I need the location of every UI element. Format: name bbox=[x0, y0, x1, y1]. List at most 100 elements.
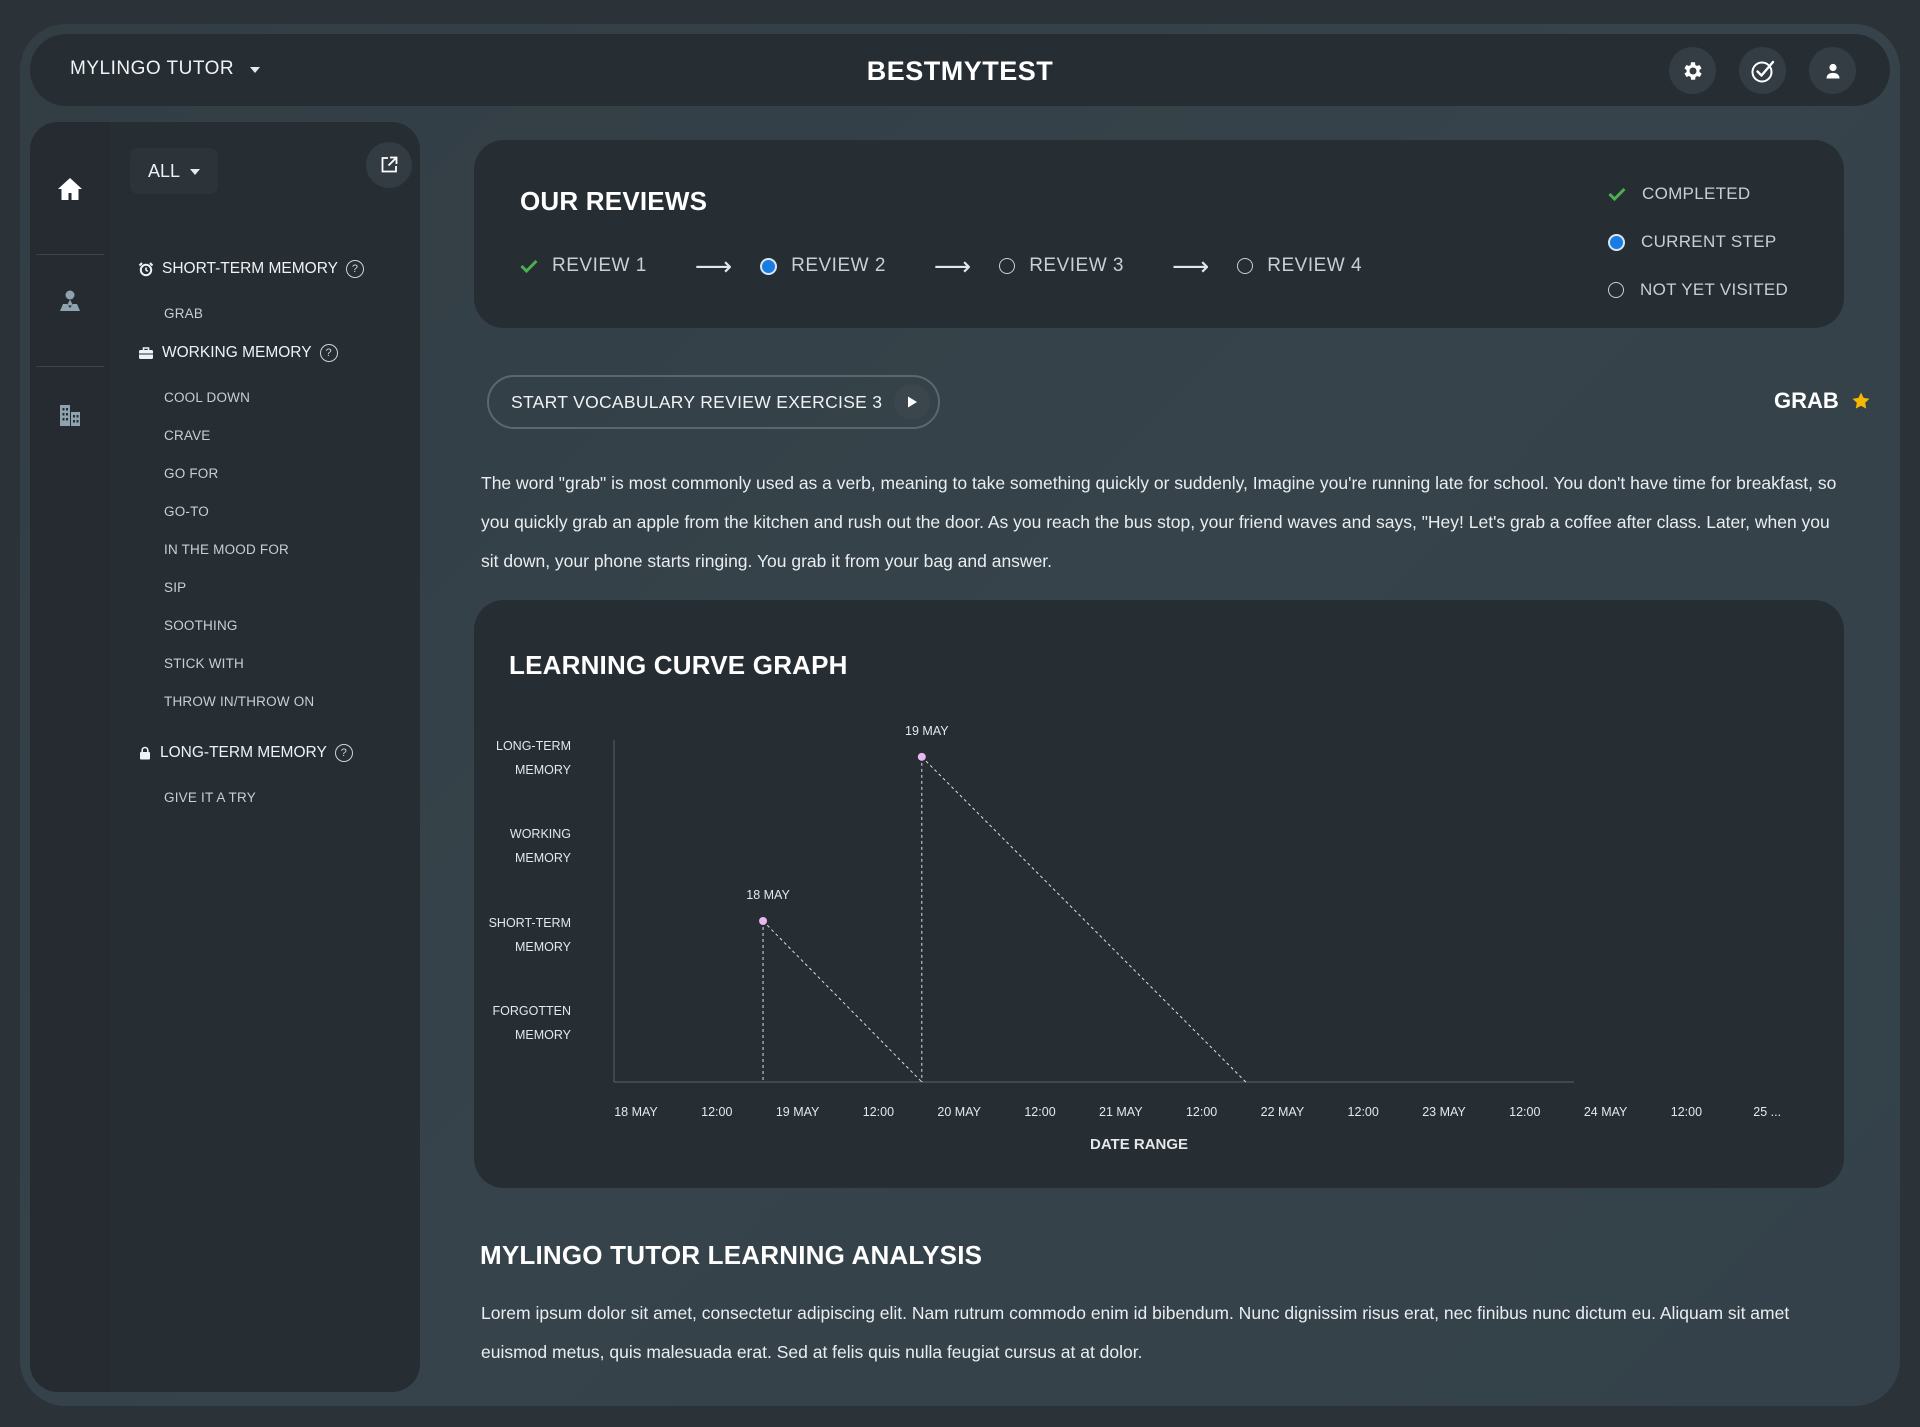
profile-button[interactable] bbox=[1809, 47, 1856, 94]
app-frame: MYLINGO TUTOR BESTMYTEST ALL SHORT-TERM … bbox=[20, 24, 1900, 1406]
sidebar: ALL SHORT-TERM MEMORY ? GRAB WORKING MEM… bbox=[30, 122, 420, 1392]
word-label: GRAB bbox=[1774, 388, 1839, 413]
current-step-icon bbox=[760, 257, 778, 275]
rail-item-home[interactable] bbox=[30, 176, 110, 202]
analysis-text: Lorem ipsum dolor sit amet, consectetur … bbox=[481, 1303, 1790, 1362]
step-label: REVIEW 1 bbox=[552, 255, 647, 276]
start-exercise-button[interactable]: START VOCABULARY REVIEW EXERCISE 3 bbox=[487, 375, 940, 429]
x-tick-label: 12:00 bbox=[1186, 1105, 1217, 1119]
arrow-right-icon: ⟶ bbox=[933, 251, 972, 281]
legend-label: NOT YET VISITED bbox=[1640, 280, 1789, 299]
list-item[interactable]: CRAVE bbox=[164, 428, 211, 443]
x-tick-label: 18 MAY bbox=[614, 1105, 658, 1119]
point-label: 18 MAY bbox=[746, 888, 790, 902]
word-description: The word "grab" is most commonly used as… bbox=[481, 473, 1837, 571]
x-tick-label: 12:00 bbox=[1024, 1105, 1055, 1119]
step-review-1[interactable]: REVIEW 1 bbox=[520, 255, 647, 277]
gear-icon bbox=[1683, 61, 1702, 80]
list-item[interactable]: STICK WITH bbox=[164, 656, 244, 671]
group-label: SHORT-TERM MEMORY bbox=[162, 260, 338, 277]
x-tick-label: 21 MAY bbox=[1099, 1105, 1143, 1119]
legend-current: CURRENT STEP bbox=[1608, 218, 1788, 266]
step-label: REVIEW 3 bbox=[1029, 255, 1124, 276]
check-icon bbox=[520, 259, 538, 273]
legend-not-visited: NOT YET VISITED bbox=[1608, 266, 1788, 314]
group-short-term-memory[interactable]: SHORT-TERM MEMORY ? bbox=[138, 260, 364, 278]
list-item[interactable]: COOL DOWN bbox=[164, 390, 250, 405]
list-item[interactable]: GRAB bbox=[164, 306, 203, 321]
list-item[interactable]: GO FOR bbox=[164, 466, 218, 481]
chevron-down-icon bbox=[190, 169, 201, 175]
x-tick-label: 23 MAY bbox=[1422, 1105, 1466, 1119]
list-item[interactable]: IN THE MOOD FOR bbox=[164, 542, 289, 557]
group-long-term-memory[interactable]: LONG-TERM MEMORY ? bbox=[138, 744, 353, 762]
x-tick-label: 12:00 bbox=[1348, 1105, 1379, 1119]
rail-divider bbox=[36, 254, 104, 255]
list-item[interactable]: SOOTHING bbox=[164, 618, 238, 633]
not-visited-icon bbox=[1608, 282, 1624, 298]
arrow-right-icon: ⟶ bbox=[694, 251, 733, 281]
step-review-3[interactable]: REVIEW 3 bbox=[999, 255, 1124, 277]
rail-item-map[interactable] bbox=[30, 288, 110, 314]
top-bar: MYLINGO TUTOR BESTMYTEST bbox=[30, 34, 1890, 106]
step-review-4[interactable]: REVIEW 4 bbox=[1237, 255, 1362, 277]
progress-button[interactable] bbox=[1739, 47, 1786, 94]
step-legend: COMPLETED CURRENT STEP NOT YET VISITED bbox=[1608, 170, 1788, 314]
brand-title: BESTMYTEST bbox=[866, 56, 1054, 86]
rail-item-buildings[interactable] bbox=[30, 402, 110, 428]
not-visited-icon bbox=[1237, 258, 1254, 274]
data-point bbox=[917, 752, 926, 761]
settings-button[interactable] bbox=[1669, 47, 1716, 94]
data-point bbox=[759, 917, 768, 925]
analysis-title: MYLINGO TUTOR LEARNING ANALYSIS bbox=[480, 1240, 983, 1270]
reviews-card: OUR REVIEWS REVIEW 1 ⟶ REVIEW 2 ⟶ REVIEW… bbox=[474, 140, 1844, 328]
alarm-clock-icon bbox=[138, 262, 154, 277]
x-tick-label: 12:00 bbox=[863, 1105, 894, 1119]
filter-label: ALL bbox=[147, 160, 181, 181]
decay-line bbox=[921, 756, 1247, 1083]
user-icon bbox=[1826, 63, 1839, 78]
group-label: WORKING MEMORY bbox=[162, 344, 312, 361]
briefcase-icon bbox=[139, 347, 153, 359]
filter-dropdown[interactable]: ALL bbox=[130, 148, 218, 194]
x-tick-label: 19 MAY bbox=[776, 1105, 820, 1119]
group-label: LONG-TERM MEMORY bbox=[160, 744, 327, 761]
x-tick-label: 12:00 bbox=[1671, 1105, 1702, 1119]
help-icon[interactable]: ? bbox=[319, 344, 338, 362]
x-axis-label: DATE RANGE bbox=[1090, 1136, 1189, 1153]
rail-divider bbox=[36, 366, 104, 367]
check-icon bbox=[1608, 187, 1626, 201]
legend-label: CURRENT STEP bbox=[1641, 232, 1777, 251]
list-item[interactable]: GO-TO bbox=[164, 504, 209, 519]
step-label: REVIEW 2 bbox=[791, 255, 886, 276]
arrow-right-icon: ⟶ bbox=[1172, 251, 1210, 281]
lock-icon bbox=[140, 746, 150, 760]
legend-completed: COMPLETED bbox=[1608, 170, 1788, 218]
help-icon[interactable]: ? bbox=[345, 260, 364, 278]
icon-rail bbox=[30, 122, 110, 1392]
group-working-memory[interactable]: WORKING MEMORY ? bbox=[138, 344, 338, 362]
popout-button[interactable] bbox=[366, 142, 412, 188]
external-link-icon bbox=[381, 156, 398, 173]
not-visited-icon bbox=[999, 258, 1016, 274]
play-icon bbox=[894, 384, 930, 420]
help-icon[interactable]: ? bbox=[334, 744, 353, 762]
x-tick-label: 12:00 bbox=[1509, 1105, 1540, 1119]
start-exercise-label: START VOCABULARY REVIEW EXERCISE 3 bbox=[511, 391, 883, 412]
current-word: GRAB bbox=[1774, 388, 1871, 414]
list-item[interactable]: THROW IN/THROW ON bbox=[164, 694, 314, 709]
x-tick-label: 22 MAY bbox=[1261, 1105, 1305, 1119]
point-label: 19 MAY bbox=[905, 724, 949, 738]
map-person-icon bbox=[60, 290, 80, 311]
list-item[interactable]: SIP bbox=[164, 580, 186, 595]
review-stepper: REVIEW 1 ⟶ REVIEW 2 ⟶ REVIEW 3 ⟶ REVIEW … bbox=[520, 253, 1362, 279]
step-label: REVIEW 4 bbox=[1267, 255, 1363, 276]
list-item[interactable]: GIVE IT A TRY bbox=[164, 790, 256, 805]
x-tick-label: 12:00 bbox=[701, 1105, 732, 1119]
legend-label: COMPLETED bbox=[1642, 184, 1751, 203]
current-step-icon bbox=[1608, 233, 1625, 251]
decay-line bbox=[762, 920, 923, 1083]
step-review-2[interactable]: REVIEW 2 bbox=[760, 255, 886, 277]
x-tick-label: 25 ... bbox=[1753, 1105, 1781, 1119]
star-icon[interactable] bbox=[1851, 391, 1871, 411]
